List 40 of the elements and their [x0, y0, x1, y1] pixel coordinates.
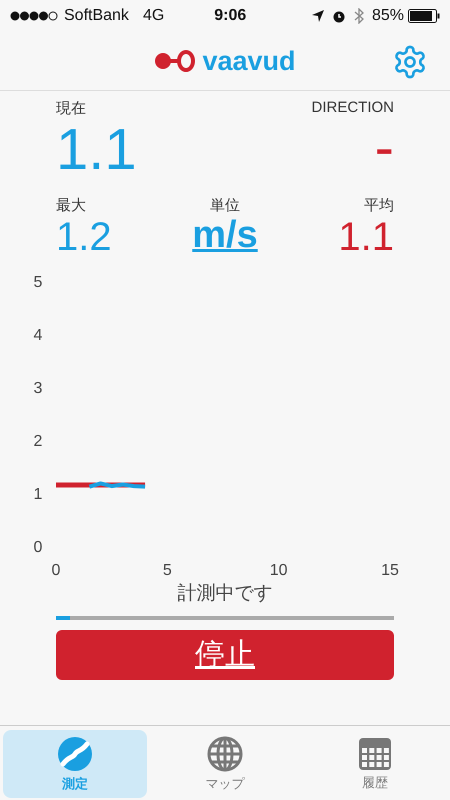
y-tick-label: 5	[34, 274, 42, 291]
stop-button[interactable]: 停止	[56, 630, 394, 680]
max-speed: 1.2	[56, 214, 112, 259]
current-label: 現在	[56, 99, 86, 118]
x-tick-label: 0	[52, 562, 60, 576]
globe-icon	[207, 736, 243, 772]
y-tick-label: 0	[34, 538, 42, 556]
current-speed: 1.1	[56, 118, 137, 182]
bluetooth-icon	[354, 8, 364, 24]
direction-value: -	[374, 116, 394, 180]
carrier-name: SoftBank	[64, 7, 129, 25]
tab[interactable]: マップ	[153, 730, 297, 798]
unit-label: 単位	[210, 196, 240, 215]
x-tick-label: 10	[270, 562, 288, 576]
y-tick-label: 4	[34, 326, 42, 344]
tab[interactable]: 測定	[3, 730, 147, 798]
y-tick-label: 1	[34, 486, 42, 503]
max-label: 最大	[56, 196, 86, 215]
measuring-status: 計測中です	[176, 582, 274, 606]
x-tick-label: 15	[381, 562, 399, 576]
direction-label: DIRECTION	[312, 99, 394, 116]
unit-link[interactable]: m/s	[192, 214, 258, 257]
y-tick-label: 3	[34, 380, 42, 397]
network-type: 4G	[142, 7, 164, 25]
clock-time: 9:06	[214, 7, 246, 25]
battery-icon	[408, 9, 440, 23]
y-tick-label: 2	[34, 432, 42, 450]
location-arrow-icon	[312, 10, 324, 22]
signal-icon	[10, 11, 58, 21]
logo-icon	[154, 50, 196, 72]
tab[interactable]: 履歴	[303, 730, 447, 798]
average-speed: 1.1	[338, 214, 394, 259]
settings-icon[interactable]	[392, 44, 428, 80]
propeller-icon	[57, 736, 93, 772]
battery-percent: 85%	[372, 7, 404, 25]
x-tick-label: 5	[162, 562, 172, 576]
app-logo: vaavud	[202, 46, 296, 76]
average-label: 平均	[364, 196, 394, 215]
calendar-icon	[358, 736, 392, 770]
alarm-icon	[332, 9, 346, 23]
